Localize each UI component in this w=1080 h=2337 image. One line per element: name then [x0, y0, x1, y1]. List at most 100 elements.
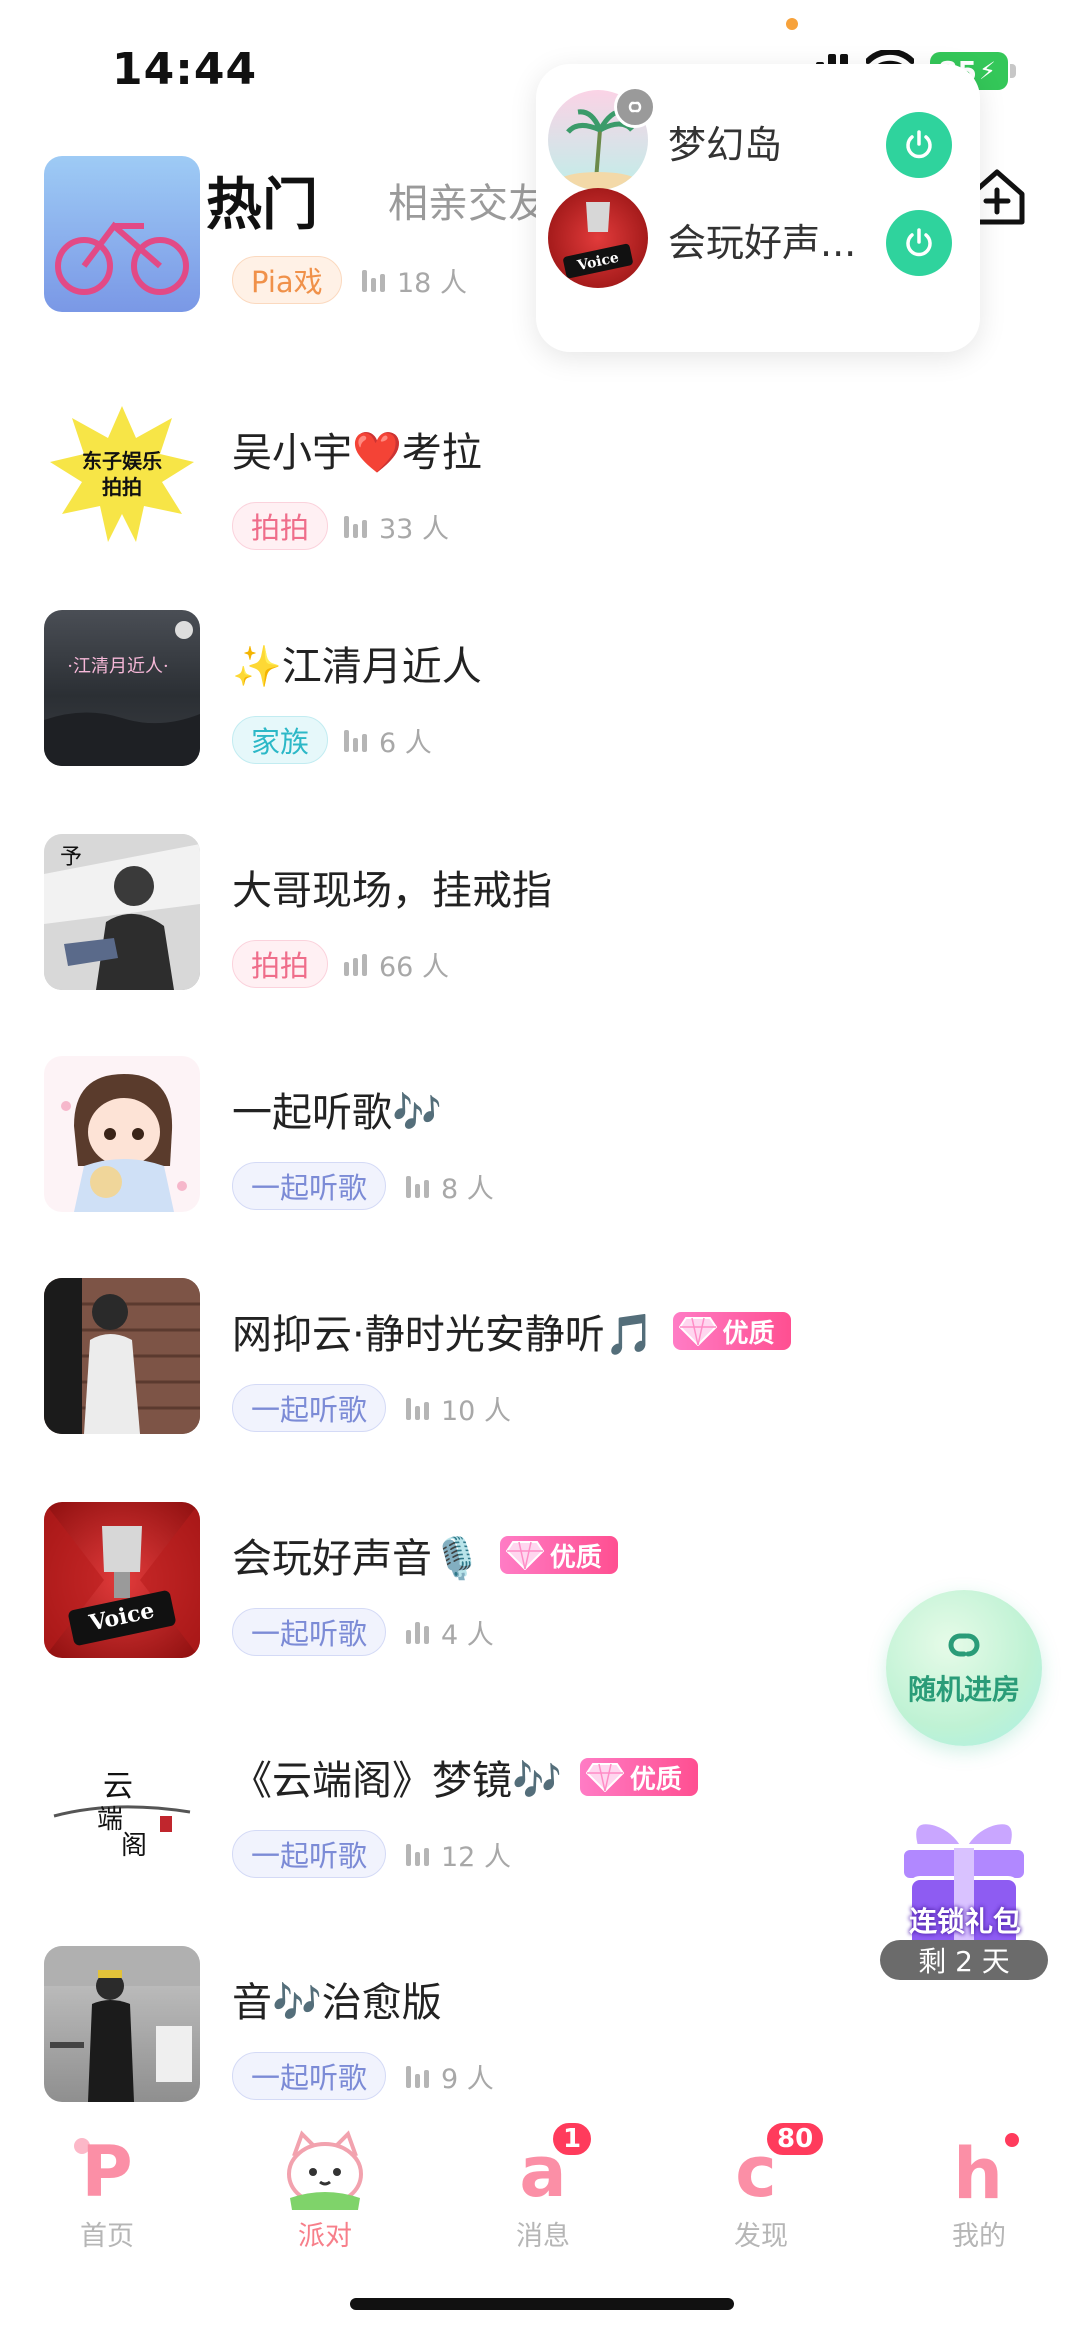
room-tag: 一起听歌	[232, 1162, 387, 1210]
room-item[interactable]: 一起听歌🎶 一起听歌 8 人	[0, 1056, 1080, 1278]
diamond-icon	[505, 1541, 544, 1570]
room-count-text: 18 人	[397, 267, 467, 299]
status-time: 14:44	[112, 44, 258, 95]
room-thumbnail	[44, 156, 200, 312]
svg-text:东子娱乐: 东子娱乐	[82, 449, 162, 473]
diamond-icon	[585, 1763, 624, 1792]
room-member-count: 18 人	[362, 256, 467, 304]
room-name: 一起听歌🎶	[232, 1090, 442, 1136]
messages-badge: 1	[550, 2120, 595, 2158]
power-icon	[906, 130, 932, 159]
random-link-icon	[948, 1633, 980, 1657]
room-name: 《云端阁》梦镜🎶 优质	[232, 1748, 698, 1806]
room-thumbnail: 予	[44, 834, 200, 990]
nav-home-label: 首页	[80, 2221, 134, 2252]
svg-text:云: 云	[103, 1769, 133, 1804]
room-name-text: 会玩好声音🎙️	[232, 1536, 482, 1582]
room-count-text: 10 人	[441, 1395, 511, 1427]
nav-messages[interactable]: a 1 消息	[468, 2120, 618, 2256]
premium-badge: 优质	[579, 1758, 698, 1796]
room-tag: 拍拍	[232, 940, 329, 988]
premium-badge-label: 优质	[722, 1318, 775, 1349]
party-cat-icon	[280, 2126, 370, 2212]
recent-rooms-popup: 梦幻岛 Voice 会玩好声...	[536, 64, 980, 352]
room-thumbnail: Voice	[44, 1502, 200, 1658]
premium-badge: 优质	[672, 1312, 791, 1350]
svg-text:端: 端	[97, 1805, 123, 1835]
room-item[interactable]: 东子娱乐 拍拍 吴小宇❤️考拉 拍拍 33 人	[0, 396, 1080, 618]
svg-text:阁: 阁	[121, 1831, 147, 1861]
privacy-indicator	[786, 18, 798, 30]
nav-home[interactable]: P 首页	[32, 2126, 182, 2256]
audio-bars-icon	[406, 1842, 429, 1866]
nav-me-label: 我的	[952, 2221, 1006, 2252]
room-tag: Pia戏	[232, 256, 342, 304]
audio-bars-icon	[406, 1620, 429, 1644]
room-member-count: 4 人	[406, 1608, 494, 1656]
diamond-icon	[678, 1317, 717, 1346]
room-name-text: 《云端阁》梦镜🎶	[232, 1758, 562, 1804]
room-item[interactable]: 予 大哥现场，挂戒指 拍拍 66 人	[0, 834, 1080, 1056]
room-tag: 一起听歌	[232, 1384, 387, 1432]
gift-days-remaining[interactable]: 剩 2 天	[880, 1940, 1048, 1980]
room-count-text: 66 人	[379, 951, 449, 983]
audio-bars-icon	[344, 952, 367, 976]
room-item[interactable]: 网抑云·静时光安静听🎵 优质 一起听歌 10 人	[0, 1278, 1080, 1500]
room-count-text: 12 人	[441, 1841, 511, 1873]
room-name: ✨江清月近人	[232, 644, 482, 690]
audio-bars-icon	[406, 1396, 429, 1420]
room-name: 会玩好声音🎙️ 优质	[232, 1526, 618, 1584]
room-tag: 一起听歌	[232, 1608, 387, 1656]
home-indicator[interactable]	[350, 2298, 734, 2310]
room-member-count: 9 人	[406, 2052, 494, 2100]
room-member-count: 66 人	[344, 940, 449, 988]
room-name: 大哥现场，挂戒指	[232, 868, 552, 914]
nav-discover[interactable]: c 80 发现	[686, 2120, 836, 2256]
gift-pack-label: 连锁礼包	[908, 1905, 1021, 1938]
exit-room-button[interactable]	[886, 210, 952, 276]
room-tag: 一起听歌	[232, 1830, 387, 1878]
messages-a-icon: a 1	[498, 2120, 595, 2213]
room-member-count: 12 人	[406, 1830, 511, 1878]
nav-messages-label: 消息	[516, 2221, 570, 2252]
room-count-text: 6 人	[379, 727, 432, 759]
bottom-nav: P 首页 派对 a 1 消息 c 80 发现 h 我的	[0, 2114, 1080, 2264]
nav-discover-label: 发现	[734, 2221, 788, 2252]
room-name: 网抑云·静时光安静听🎵 优质	[232, 1302, 791, 1360]
room-thumbnail	[44, 1278, 200, 1434]
room-thumbnail: 东子娱乐 拍拍	[44, 396, 200, 552]
premium-badge: 优质	[499, 1536, 618, 1574]
me-h-icon: h	[934, 2126, 1024, 2215]
popup-room-name: 会玩好声...	[668, 221, 857, 265]
room-name-text: 网抑云·静时光安静听🎵	[232, 1312, 655, 1358]
popup-room-thumbnail: Voice	[548, 188, 648, 288]
audio-bars-icon	[344, 728, 367, 752]
discover-c-icon: c 80	[716, 2120, 827, 2213]
random-room-label: 随机进房	[907, 1673, 1020, 1706]
audio-bars-icon	[406, 2064, 429, 2088]
random-room-button[interactable]: 随机进房	[886, 1590, 1042, 1746]
nav-me[interactable]: h 我的	[904, 2126, 1054, 2256]
room-item[interactable]: ·江清月近人· ✨江清月近人 家族 6 人	[0, 610, 1080, 832]
svg-text:予: 予	[60, 845, 82, 870]
audio-bars-icon	[406, 1174, 429, 1198]
room-tag: 家族	[232, 716, 329, 764]
room-member-count: 8 人	[406, 1162, 494, 1210]
room-name: 吴小宇❤️考拉	[232, 430, 482, 476]
premium-badge-label: 优质	[549, 1542, 602, 1573]
audio-bars-icon	[344, 514, 367, 538]
room-thumbnail	[44, 1056, 200, 1212]
svg-text:·江清月近人·: ·江清月近人·	[67, 656, 168, 677]
svg-text:拍拍: 拍拍	[102, 475, 142, 499]
room-count-text: 8 人	[441, 1173, 494, 1205]
me-letter: h	[953, 2133, 1003, 2212]
charging-icon: ⚡	[978, 57, 996, 85]
room-member-count: 33 人	[344, 502, 449, 550]
room-member-count: 6 人	[344, 716, 432, 764]
link-icon	[614, 86, 656, 128]
me-notification-dot	[1002, 2130, 1022, 2150]
nav-party-label: 派对	[298, 2221, 352, 2252]
room-name: 音🎶治愈版	[232, 1980, 442, 2026]
popup-room-item[interactable]: Voice 会玩好声...	[536, 162, 980, 302]
nav-party[interactable]: 派对	[250, 2126, 400, 2256]
